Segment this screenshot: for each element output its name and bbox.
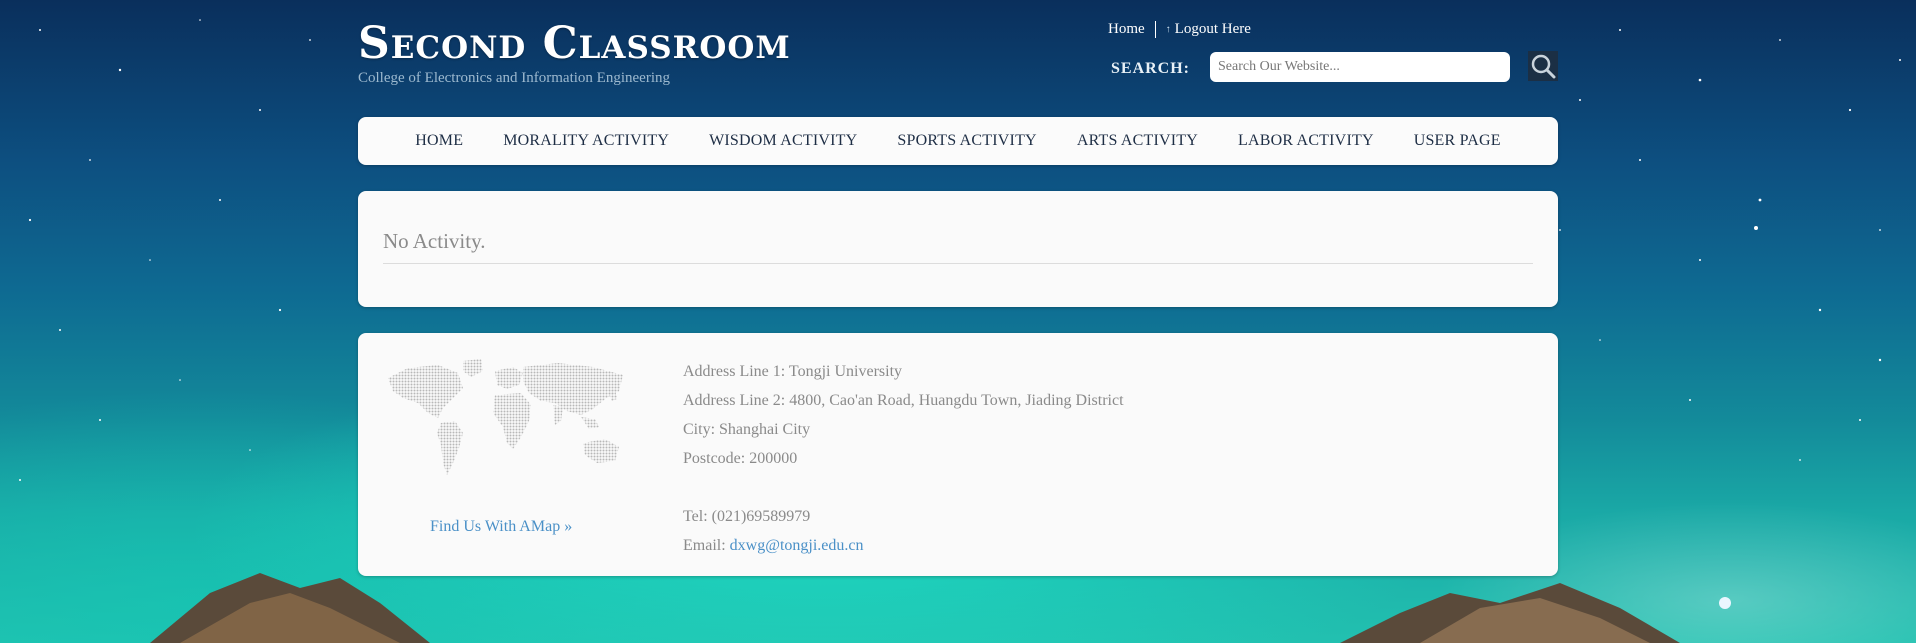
email-row: Email: dxwg@tongji.edu.cn	[683, 531, 1124, 560]
link-divider	[1154, 21, 1156, 38]
nav-item-arts-activity[interactable]: ARTS ACTIVITY	[1057, 132, 1218, 150]
address-postcode: Postcode: 200000	[683, 450, 798, 467]
nav-item-home[interactable]: HOME	[395, 132, 483, 150]
email-label: Email:	[683, 537, 730, 554]
nav-item-morality-activity[interactable]: MORALITY ACTIVITY	[483, 132, 689, 150]
address-city: City: Shanghai City	[683, 421, 811, 438]
search-button[interactable]	[1528, 51, 1558, 81]
nav-item-wisdom-activity[interactable]: WISDOM ACTIVITY	[689, 132, 877, 150]
search-label: SEARCH:	[1111, 60, 1191, 77]
top-links: Home ↑ Logout Here	[1108, 21, 1251, 38]
divider	[383, 263, 1533, 264]
site-brand: Second Classroom College of Electronics …	[358, 22, 791, 87]
email-link[interactable]: dxwg@tongji.edu.cn	[730, 537, 864, 554]
world-map-image	[388, 359, 623, 475]
nav-item-user-page[interactable]: USER PAGE	[1394, 132, 1521, 150]
footer-panel: Find Us With AMap » Address Line 1: Tong…	[358, 333, 1558, 576]
nav-item-sports-activity[interactable]: SPORTS ACTIVITY	[877, 132, 1056, 150]
site-title: Second Classroom	[358, 18, 791, 69]
find-us-amap-link[interactable]: Find Us With AMap »	[430, 518, 572, 536]
home-link[interactable]: Home	[1108, 21, 1145, 38]
address-line-2: Address Line 2: 4800, Cao'an Road, Huang…	[683, 392, 1124, 409]
site-subtitle: College of Electronics and Information E…	[358, 70, 670, 86]
address-line-1: Address Line 1: Tongji University	[683, 363, 903, 380]
nav-item-labor-activity[interactable]: LABOR ACTIVITY	[1218, 132, 1394, 150]
telephone: Tel: (021)69589979	[683, 508, 811, 525]
address-block: Address Line 1: Tongji University Addres…	[683, 357, 1124, 560]
arrow-icon: ↑	[1165, 24, 1171, 35]
search-icon	[1531, 54, 1556, 79]
empty-state-message: No Activity.	[383, 229, 486, 253]
content-panel: No Activity.	[358, 191, 1558, 307]
search-input[interactable]	[1210, 52, 1510, 82]
logout-link[interactable]: Logout Here	[1175, 21, 1251, 38]
main-nav: HOME MORALITY ACTIVITY WISDOM ACTIVITY S…	[358, 117, 1558, 165]
